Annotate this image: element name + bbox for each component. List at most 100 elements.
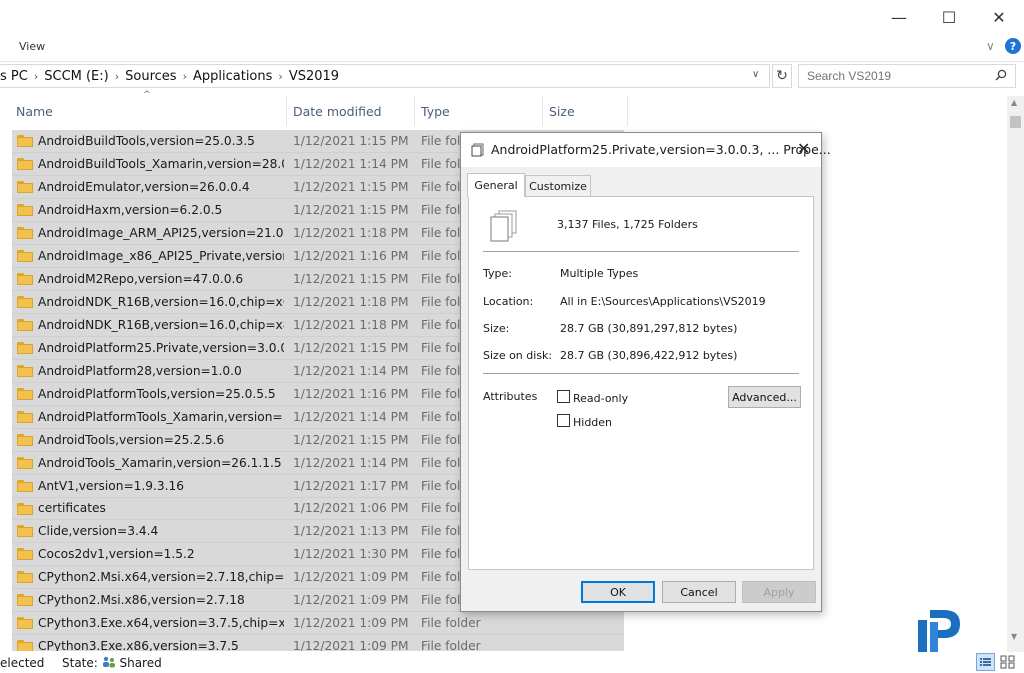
dialog-close-button[interactable]: ✕ [797,139,810,158]
folder-icon [17,410,33,423]
file-date-modified: 1/12/2021 1:15 PM [293,271,409,286]
vertical-scrollbar[interactable]: ▲ ▼ [1007,96,1024,652]
file-date-modified: 1/12/2021 1:09 PM [293,616,409,631]
file-date-modified: 1/12/2021 1:09 PM [293,593,409,608]
folder-icon [17,295,33,308]
file-name: AndroidTools_Xamarin,version=26.1.1.5 [38,455,282,470]
size-label: Size: [483,322,510,335]
breadcrumb-sources[interactable]: Sources [119,69,182,84]
maximize-button[interactable]: ☐ [926,0,972,34]
folder-icon [17,249,33,262]
location-label: Location: [483,295,534,308]
dialog-titlebar: AndroidPlatform25.Private,version=3.0.0.… [461,133,831,167]
site-logo-icon [916,606,964,654]
file-name: AndroidPlatformTools,version=25.0.5.5 [38,386,276,401]
read-only-checkbox[interactable] [557,390,570,403]
cancel-button[interactable]: Cancel [662,581,736,603]
details-view-button[interactable] [976,653,995,671]
file-name: AndroidNDK_R16B,version=16.0,chip=x64 [38,294,284,309]
folder-icon [17,617,33,630]
breadcrumb-applications[interactable]: Applications [187,69,278,84]
dialog-title: AndroidPlatform25.Private,version=3.0.0.… [491,142,831,157]
folder-icon [17,157,33,170]
size-on-disk-value: 28.7 GB (30,896,422,912 bytes) [560,349,738,362]
folder-icon [17,341,33,354]
file-date-modified: 1/12/2021 1:14 PM [293,455,409,470]
tab-customize[interactable]: Customize [525,175,591,197]
file-type: File folder [421,639,481,651]
file-date-modified: 1/12/2021 1:15 PM [293,179,409,194]
multiple-files-icon [471,143,484,157]
breadcrumb-sccm-drive[interactable]: SCCM (E:) [38,69,115,84]
properties-dialog: AndroidPlatform25.Private,version=3.0.0.… [460,132,831,612]
file-type: File folder [421,616,481,631]
address-dropdown-icon[interactable]: ∨ [752,69,759,80]
file-date-modified: 1/12/2021 1:06 PM [293,501,409,516]
file-name: CPython3.Exe.x64,version=3.7.5,chip=x64 [38,616,284,631]
folder-icon [17,135,33,147]
ok-button[interactable]: OK [581,581,655,603]
minimize-button[interactable]: — [876,0,922,34]
file-date-modified: 1/12/2021 1:18 PM [293,294,409,309]
file-name: AndroidHaxm,version=6.2.0.5 [38,202,223,217]
advanced-button[interactable]: Advanced... [728,386,801,408]
file-date-modified: 1/12/2021 1:14 PM [293,156,409,171]
file-name: AndroidPlatformTools_Xamarin,version=... [38,409,284,424]
ribbon-tab-view[interactable]: View [19,40,45,53]
file-date-modified: 1/12/2021 1:14 PM [293,363,409,378]
shared-users-icon [102,656,116,668]
folder-icon [17,364,33,377]
refresh-button[interactable]: ↻ [772,64,792,88]
file-name: AndroidNDK_R16B,version=16.0,chip=x86 [38,317,284,332]
column-header-date-modified[interactable]: Date modified [287,96,415,126]
folder-icon [17,571,33,584]
file-date-modified: 1/12/2021 1:15 PM [293,340,409,355]
close-window-button[interactable]: ✕ [976,0,1022,34]
file-date-modified: 1/12/2021 1:09 PM [293,639,409,651]
help-icon[interactable]: ? [1005,38,1021,54]
file-row[interactable]: CPython3.Exe.x64,version=3.7.5,chip=x64 1… [12,612,624,636]
search-box[interactable] [798,64,1016,88]
file-date-modified: 1/12/2021 1:09 PM [293,570,409,585]
large-icons-view-button[interactable] [998,653,1017,671]
file-name: AndroidPlatform28,version=1.0.0 [38,363,242,378]
breadcrumb-vs2019[interactable]: VS2019 [283,69,345,84]
file-date-modified: 1/12/2021 1:15 PM [293,432,409,447]
folder-icon [17,456,33,469]
tab-general[interactable]: General [467,173,525,197]
scroll-down-icon[interactable]: ▼ [1011,632,1017,641]
file-date-modified: 1/12/2021 1:14 PM [293,409,409,424]
folder-icon [17,226,33,239]
breadcrumb-this-pc[interactable]: s PC [0,69,34,84]
file-row[interactable]: CPython3.Exe.x86,version=3.7.5 1/12/2021 … [12,635,624,651]
folder-icon [17,433,33,446]
column-header-size[interactable]: Size [543,96,628,126]
window-titlebar: — ☐ ✕ [0,0,1024,36]
hidden-label: Hidden [573,416,613,429]
folder-icon [17,203,33,216]
ribbon-collapse-icon[interactable]: ∨ [986,39,995,53]
column-header-type[interactable]: Type [415,96,543,126]
state-text: State: Shared [62,656,162,670]
file-name: AntV1,version=1.9.3.16 [38,478,185,493]
file-date-modified: 1/12/2021 1:15 PM [293,202,409,217]
scroll-up-icon[interactable]: ▲ [1011,98,1017,107]
file-date-modified: 1/12/2021 1:16 PM [293,248,409,263]
file-date-modified: 1/12/2021 1:18 PM [293,317,409,332]
file-name: Cocos2dv1,version=1.5.2 [38,547,195,562]
file-folder-count: 3,137 Files, 1,725 Folders [557,218,698,231]
file-name: AndroidBuildTools_Xamarin,version=28.0..… [38,156,284,171]
search-input[interactable] [807,69,987,83]
scrollbar-thumb[interactable] [1010,116,1021,128]
search-icon[interactable] [995,69,1007,84]
apply-button[interactable]: Apply [742,581,816,603]
status-bar: elected State: Shared [0,652,1024,673]
column-header-name[interactable]: Name [10,96,287,126]
file-name: CPython3.Exe.x86,version=3.7.5 [38,639,239,651]
folder-icon [17,502,33,515]
address-bar[interactable]: s PC › SCCM (E:) › Sources › Application… [0,64,770,88]
state-label: State: [62,656,98,670]
divider [483,251,799,252]
file-date-modified: 1/12/2021 1:16 PM [293,386,409,401]
hidden-checkbox[interactable] [557,414,570,427]
